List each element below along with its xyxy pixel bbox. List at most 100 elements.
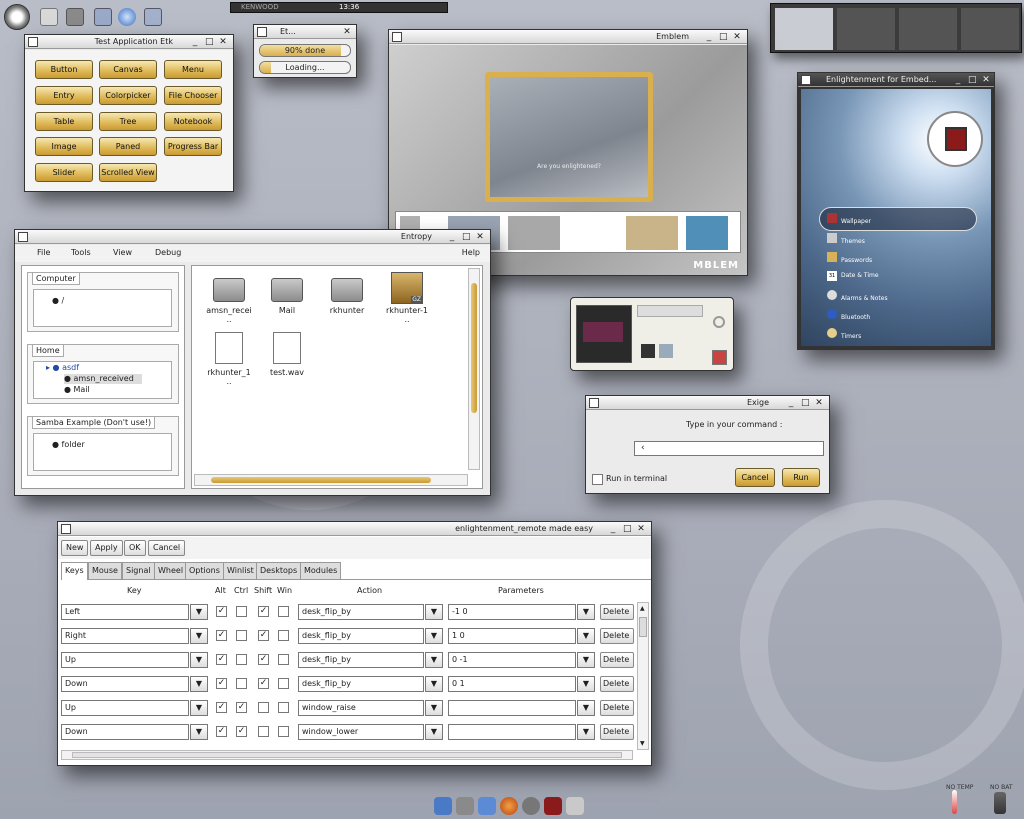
chevron-down-icon[interactable]: ▼ [190, 604, 208, 620]
tab-options[interactable]: Options [185, 562, 224, 579]
magnifier-icon[interactable] [713, 316, 725, 328]
horizontal-scrollbar[interactable] [194, 474, 468, 486]
chevron-down-icon[interactable]: ▼ [577, 724, 595, 740]
action-field[interactable]: desk_flip_by [298, 604, 424, 620]
dock-browser-icon[interactable] [500, 797, 518, 815]
embed-menu-bluetooth[interactable]: Bluetooth [827, 309, 870, 321]
chevron-down-icon[interactable]: ▼ [577, 604, 595, 620]
mini-toolbar[interactable] [637, 305, 703, 317]
tab-modules[interactable]: Modules [300, 562, 342, 579]
delete-button[interactable]: Delete [600, 652, 634, 668]
chevron-down-icon[interactable]: ▼ [425, 652, 443, 668]
parameters-field[interactable]: 1 0 [448, 628, 576, 644]
window-menu-icon[interactable] [28, 37, 38, 47]
action-field[interactable]: desk_flip_by [298, 628, 424, 644]
close-icon[interactable]: ✕ [343, 28, 351, 37]
action-field[interactable]: desk_flip_by [298, 676, 424, 692]
file-item-rkhunter[interactable]: rkhunter [316, 278, 378, 315]
etk-button-slider[interactable]: Slider [35, 163, 93, 182]
tab-winlist[interactable]: Winlist [223, 562, 258, 579]
close-icon[interactable]: ✕ [637, 525, 645, 534]
dock-paint-icon[interactable] [566, 797, 584, 815]
ctrl-checkbox[interactable] [236, 630, 247, 641]
thumbnail-3[interactable] [508, 216, 560, 250]
close-icon[interactable]: ✕ [219, 38, 227, 47]
window-menu-icon[interactable] [18, 232, 28, 242]
shift-checkbox[interactable]: ✓ [258, 606, 269, 617]
pager-desk-4[interactable] [961, 8, 1019, 50]
chevron-down-icon[interactable]: ▼ [190, 652, 208, 668]
dock-monitor-icon[interactable] [434, 797, 452, 815]
ctrl-checkbox[interactable] [236, 654, 247, 665]
tab-keys[interactable]: Keys [61, 562, 88, 580]
dock-tools-icon[interactable] [544, 797, 562, 815]
file-item-amsn[interactable]: amsn_recei.. [198, 278, 260, 324]
etk-button-menu[interactable]: Menu [164, 60, 222, 79]
network-icon[interactable] [94, 8, 112, 26]
mini-thumb-1[interactable] [641, 344, 655, 358]
alt-checkbox[interactable]: ✓ [216, 606, 227, 617]
exige-titlebar[interactable]: Exige _ □ ✕ [586, 396, 829, 410]
embed-menu-wallpaper[interactable]: Wallpaper [827, 213, 871, 225]
embed-titlebar[interactable]: Enlightenment for Embed... _ □ ✕ [798, 73, 994, 87]
win-checkbox[interactable] [278, 630, 289, 641]
window-menu-icon[interactable] [392, 32, 402, 42]
alt-checkbox[interactable]: ✓ [216, 654, 227, 665]
ok-button[interactable]: OK [124, 540, 146, 556]
maximize-icon[interactable]: □ [462, 233, 471, 242]
entropy-titlebar[interactable]: Entropy _ □ ✕ [15, 230, 490, 244]
window-menu-icon[interactable] [589, 398, 599, 408]
chevron-down-icon[interactable]: ▼ [190, 676, 208, 692]
etk-button-entry[interactable]: Entry [35, 86, 93, 105]
emblem-preview[interactable]: Are you enlightened? [485, 72, 653, 202]
minimize-icon[interactable]: _ [787, 399, 795, 408]
chevron-down-icon[interactable]: ▼ [190, 724, 208, 740]
close-icon[interactable]: ✕ [476, 233, 484, 242]
table-vertical-scrollbar[interactable]: ▲ ▼ [637, 602, 649, 750]
tab-signal[interactable]: Signal [122, 562, 155, 579]
chevron-down-icon[interactable]: ▼ [190, 628, 208, 644]
key-field[interactable]: Down [61, 724, 189, 740]
etk-button-notebook[interactable]: Notebook [164, 112, 222, 131]
key-field[interactable]: Up [61, 652, 189, 668]
action-field[interactable]: window_raise [298, 700, 424, 716]
etk-button-colorpicker[interactable]: Colorpicker [99, 86, 157, 105]
chevron-down-icon[interactable]: ▼ [425, 604, 443, 620]
ctrl-checkbox[interactable]: ✓ [236, 702, 247, 713]
etk-button-scrolled-view[interactable]: Scrolled View [99, 163, 157, 182]
win-checkbox[interactable] [278, 726, 289, 737]
shift-checkbox[interactable] [258, 702, 269, 713]
alt-checkbox[interactable]: ✓ [216, 702, 227, 713]
tree-item-asdf[interactable]: ▸ ● asdf [46, 363, 79, 373]
alt-checkbox[interactable]: ✓ [216, 726, 227, 737]
chevron-down-icon[interactable]: ▼ [577, 652, 595, 668]
maximize-icon[interactable]: □ [801, 399, 810, 408]
thumbnail-4[interactable] [626, 216, 678, 250]
minimize-icon[interactable]: _ [954, 76, 962, 85]
scrollbar-thumb[interactable] [211, 477, 431, 483]
globe-icon[interactable] [118, 8, 136, 26]
embed-menu-passwords[interactable]: Passwords [827, 252, 872, 264]
shift-checkbox[interactable]: ✓ [258, 654, 269, 665]
window-menu-icon[interactable] [257, 27, 267, 37]
alt-checkbox[interactable]: ✓ [216, 630, 227, 641]
table-horizontal-scrollbar[interactable] [61, 750, 633, 760]
run-button[interactable]: Run [782, 468, 820, 487]
tree-item-folder[interactable]: ● folder [52, 440, 85, 450]
etk-test-titlebar[interactable]: Test Application Etk _ □ ✕ [25, 35, 233, 49]
chevron-down-icon[interactable]: ▼ [425, 676, 443, 692]
action-field[interactable]: desk_flip_by [298, 652, 424, 668]
maximize-icon[interactable]: □ [719, 33, 728, 42]
close-icon[interactable]: ✕ [815, 399, 823, 408]
shift-checkbox[interactable] [258, 726, 269, 737]
mini-thumb-2[interactable] [659, 344, 673, 358]
ctrl-checkbox[interactable] [236, 678, 247, 689]
file-item-test-wav[interactable]: test.wav [256, 332, 318, 377]
minimize-icon[interactable]: _ [448, 233, 456, 242]
cancel-button[interactable]: Cancel [735, 468, 775, 487]
win-checkbox[interactable] [278, 702, 289, 713]
tree-item-root[interactable]: ● / [52, 296, 64, 306]
alt-checkbox[interactable]: ✓ [216, 678, 227, 689]
tab-wheel[interactable]: Wheel [154, 562, 188, 579]
minimize-icon[interactable]: _ [609, 525, 617, 534]
